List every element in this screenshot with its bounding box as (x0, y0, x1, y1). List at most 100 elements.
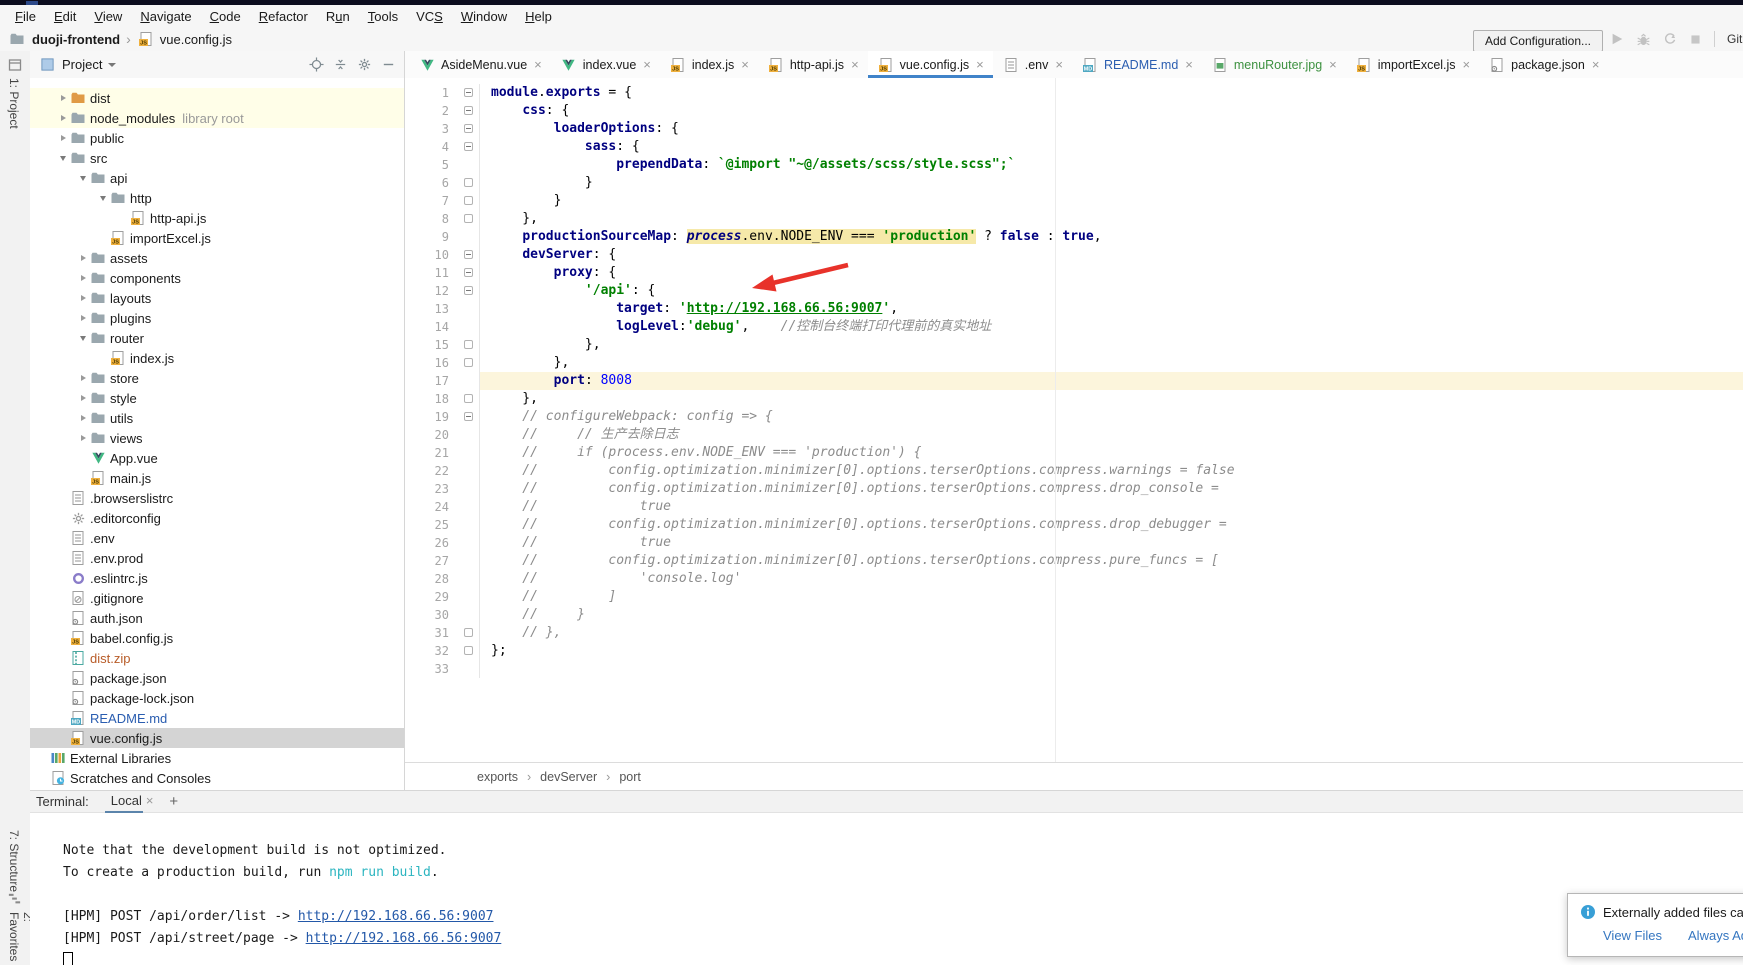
tree-item-readme.md[interactable]: MDREADME.md (30, 708, 404, 728)
new-terminal-session-button[interactable]: + (169, 793, 178, 810)
menu-item-tools[interactable]: Tools (359, 7, 407, 26)
close-icon[interactable]: × (534, 57, 542, 72)
fold-end-icon[interactable] (464, 178, 473, 187)
fold-end-icon[interactable] (464, 394, 473, 403)
collapse-all-icon[interactable] (333, 57, 348, 72)
tree-item-http-api.js[interactable]: JShttp-api.js (30, 208, 404, 228)
menu-item-window[interactable]: Window (452, 7, 516, 26)
fold-marker[interactable] (461, 408, 480, 426)
fold-end-icon[interactable] (464, 628, 473, 637)
menu-item-file[interactable]: File (6, 7, 45, 26)
terminal-link[interactable]: http://192.168.66.56:9007 (298, 909, 494, 924)
tree-item-router[interactable]: router (30, 328, 404, 348)
chevron-right-icon[interactable] (77, 255, 89, 261)
fold-marker[interactable] (461, 120, 480, 138)
tree-item-scratches-and-consoles[interactable]: Scratches and Consoles (30, 768, 404, 788)
tree-item-views[interactable]: views (30, 428, 404, 448)
code-line-10[interactable]: 10 devServer: { (405, 246, 1743, 264)
fold-marker[interactable] (461, 138, 480, 156)
tree-item-http[interactable]: http (30, 188, 404, 208)
code-line-18[interactable]: 18 }, (405, 390, 1743, 408)
menu-item-vcs[interactable]: VCS (407, 7, 452, 26)
editor-tab-index.js[interactable]: JSindex.js× (660, 51, 758, 78)
code-line-9[interactable]: 9 productionSourceMap: process.env.NODE_… (405, 228, 1743, 246)
chevron-down-icon[interactable] (97, 196, 109, 201)
code-line-12[interactable]: 12 '/api': { (405, 282, 1743, 300)
code-line-29[interactable]: 29 // ] (405, 588, 1743, 606)
tree-item-main.js[interactable]: JSmain.js (30, 468, 404, 488)
add-configuration-button[interactable]: Add Configuration... (1473, 30, 1603, 52)
fold-collapse-icon[interactable] (464, 412, 473, 421)
code-editor[interactable]: 1module.exports = {2 css: {3 loaderOptio… (405, 78, 1743, 763)
fold-collapse-icon[interactable] (464, 250, 473, 259)
close-icon[interactable]: × (643, 57, 651, 72)
always-add-link[interactable]: Always Add (1688, 928, 1743, 943)
code-line-17[interactable]: 17 port: 8008 (405, 372, 1743, 390)
project-tool-icon[interactable] (7, 57, 23, 73)
chevron-right-icon[interactable] (57, 95, 69, 101)
code-line-11[interactable]: 11 proxy: { (405, 264, 1743, 282)
fold-marker[interactable] (461, 624, 480, 642)
tree-item-node-modules[interactable]: node_moduleslibrary root (30, 108, 404, 128)
tree-item-dist[interactable]: dist (30, 88, 404, 108)
fold-end-icon[interactable] (464, 646, 473, 655)
view-files-link[interactable]: View Files (1603, 928, 1662, 943)
tree-item-package-lock.json[interactable]: package-lock.json (30, 688, 404, 708)
menu-item-refactor[interactable]: Refactor (250, 7, 317, 26)
editor-tab-http-api.js[interactable]: JShttp-api.js× (758, 51, 868, 78)
code-line-2[interactable]: 2 css: { (405, 102, 1743, 120)
tree-item-.env.prod[interactable]: .env.prod (30, 548, 404, 568)
tree-item-store[interactable]: store (30, 368, 404, 388)
chevron-down-icon[interactable] (108, 63, 116, 67)
fold-collapse-icon[interactable] (464, 142, 473, 151)
git-widget[interactable]: Git: (1727, 32, 1743, 46)
menu-item-edit[interactable]: Edit (45, 7, 85, 26)
stripe-project-button[interactable]: 1: Project (7, 78, 21, 129)
menu-item-navigate[interactable]: Navigate (131, 7, 200, 26)
code-line-21[interactable]: 21 // if (process.env.NODE_ENV === 'prod… (405, 444, 1743, 462)
close-icon[interactable]: × (741, 57, 749, 72)
fold-marker[interactable] (461, 264, 480, 282)
fold-collapse-icon[interactable] (464, 88, 473, 97)
tree-item-dist.zip[interactable]: dist.zip (30, 648, 404, 668)
run-icon[interactable] (1610, 32, 1624, 46)
editor-tab-importexcel.js[interactable]: JSimportExcel.js× (1346, 51, 1479, 78)
code-line-13[interactable]: 13 target: 'http://192.168.66.56:9007', (405, 300, 1743, 318)
fold-marker[interactable] (461, 174, 480, 192)
project-panel-title[interactable]: Project (62, 57, 102, 72)
editor-tab-package.json[interactable]: package.json× (1479, 51, 1608, 78)
fold-marker[interactable] (461, 390, 480, 408)
fold-marker[interactable] (461, 84, 480, 102)
menu-item-code[interactable]: Code (201, 7, 250, 26)
code-line-4[interactable]: 4 sass: { (405, 138, 1743, 156)
stop-icon[interactable] (1689, 33, 1702, 46)
tree-item-importexcel.js[interactable]: JSimportExcel.js (30, 228, 404, 248)
editor-tab-readme.md[interactable]: MDREADME.md× (1072, 51, 1202, 78)
close-icon[interactable]: × (851, 57, 859, 72)
tree-item-.browserslistrc[interactable]: .browserslistrc (30, 488, 404, 508)
tree-item-vue.config.js[interactable]: JSvue.config.js (30, 728, 404, 748)
tree-item-plugins[interactable]: plugins (30, 308, 404, 328)
chevron-down-icon[interactable] (77, 176, 89, 181)
chevron-right-icon[interactable] (57, 135, 69, 141)
breadcrumb-project[interactable]: duoji-frontend (32, 32, 120, 47)
chevron-down-icon[interactable] (77, 336, 89, 341)
fold-marker[interactable] (461, 246, 480, 264)
editor-tab-index.vue[interactable]: index.vue× (551, 51, 660, 78)
fold-collapse-icon[interactable] (464, 286, 473, 295)
code-line-1[interactable]: 1module.exports = { (405, 84, 1743, 102)
code-line-25[interactable]: 25 // config.optimization.minimizer[0].o… (405, 516, 1743, 534)
tree-item-assets[interactable]: assets (30, 248, 404, 268)
fold-collapse-icon[interactable] (464, 124, 473, 133)
code-line-27[interactable]: 27 // config.optimization.minimizer[0].o… (405, 552, 1743, 570)
fold-marker[interactable] (461, 282, 480, 300)
code-line-23[interactable]: 23 // config.optimization.minimizer[0].o… (405, 480, 1743, 498)
code-line-20[interactable]: 20 // // 生产去除日志 (405, 426, 1743, 444)
code-line-14[interactable]: 14 logLevel:'debug', //控制台终端打印代理前的真实地址 (405, 318, 1743, 336)
code-line-22[interactable]: 22 // config.optimization.minimizer[0].o… (405, 462, 1743, 480)
tree-item-utils[interactable]: utils (30, 408, 404, 428)
tree-item-index.js[interactable]: JSindex.js (30, 348, 404, 368)
code-line-33[interactable]: 33 (405, 660, 1743, 678)
tree-item-babel.config.js[interactable]: JSbabel.config.js (30, 628, 404, 648)
tree-item-.editorconfig[interactable]: .editorconfig (30, 508, 404, 528)
